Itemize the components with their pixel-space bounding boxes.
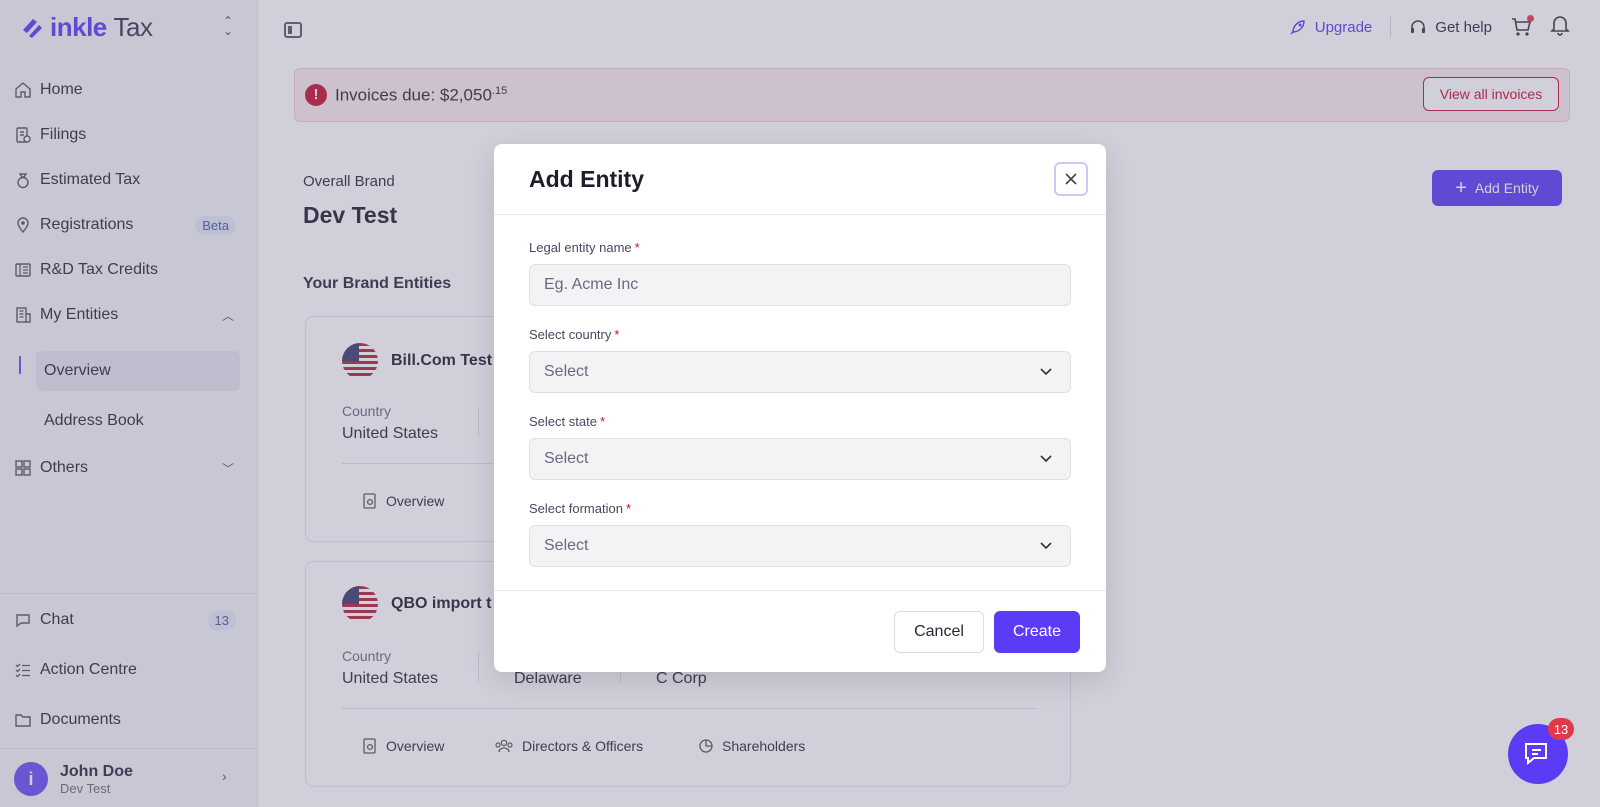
state-select-label: Select state * bbox=[529, 414, 605, 429]
select-value: Select bbox=[544, 363, 589, 380]
chat-bubble-icon bbox=[1525, 743, 1547, 766]
input-placeholder: Eg. Acme Inc bbox=[544, 276, 639, 293]
close-icon bbox=[1065, 173, 1077, 185]
add-entity-modal: Add Entity Legal entity name * Eg. Acme I… bbox=[494, 144, 1106, 672]
state-select[interactable]: Select bbox=[529, 438, 1071, 480]
close-button[interactable] bbox=[1054, 162, 1088, 196]
chevron-down-icon bbox=[1040, 542, 1052, 550]
country-select[interactable]: Select bbox=[529, 351, 1071, 393]
formation-select[interactable]: Select bbox=[529, 525, 1071, 567]
select-value: Select bbox=[544, 450, 589, 467]
country-select-label: Select country * bbox=[529, 327, 620, 342]
chevron-down-icon bbox=[1040, 368, 1052, 376]
chat-unread-badge: 13 bbox=[1548, 718, 1574, 740]
modal-title: Add Entity bbox=[529, 166, 644, 192]
legal-entity-name-input[interactable]: Eg. Acme Inc bbox=[529, 264, 1071, 306]
formation-select-label: Select formation * bbox=[529, 501, 631, 516]
chevron-down-icon bbox=[1040, 455, 1052, 463]
divider bbox=[494, 590, 1106, 591]
create-button[interactable]: Create bbox=[994, 611, 1080, 653]
cancel-button[interactable]: Cancel bbox=[894, 611, 984, 653]
divider bbox=[494, 214, 1106, 215]
select-value: Select bbox=[544, 537, 589, 554]
legal-entity-name-label: Legal entity name * bbox=[529, 240, 640, 255]
